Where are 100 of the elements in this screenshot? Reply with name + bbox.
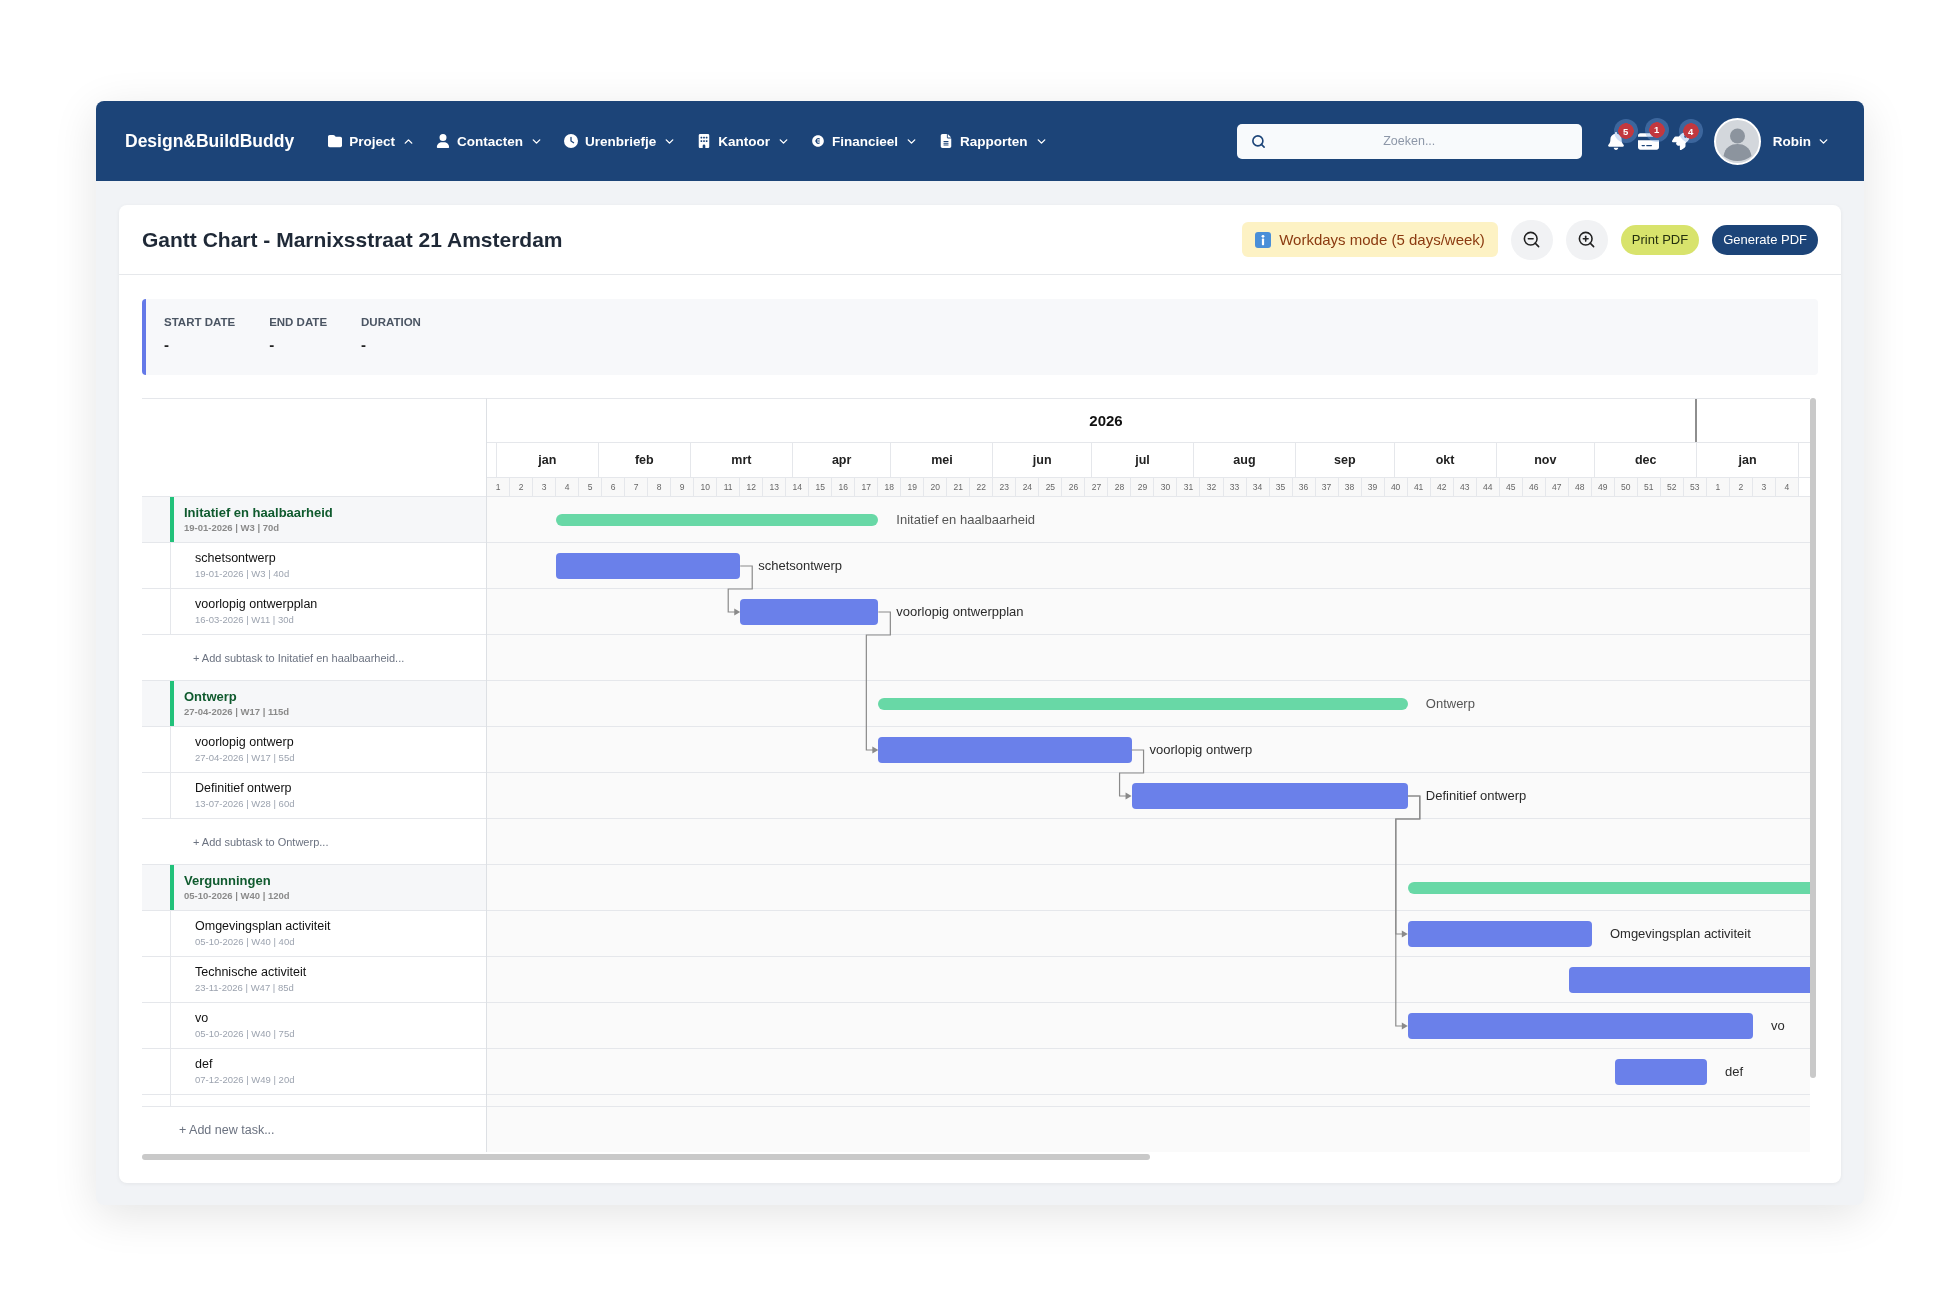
group-row[interactable]: Initatief en haalbaarheid 19-01-2026 | W3 | 70d xyxy=(142,497,486,543)
avatar-icon[interactable] xyxy=(1713,117,1761,165)
week-header: 8 xyxy=(648,478,672,496)
month-header: jan xyxy=(496,443,599,477)
task-name[interactable]: vo xyxy=(195,1011,209,1026)
summary-value: - xyxy=(269,336,275,353)
bar-label: Initatief en haalbaarheid xyxy=(896,511,1036,529)
nav-menu-item[interactable]: Rapporten xyxy=(939,133,1048,149)
week-header: 33 xyxy=(1223,478,1247,496)
zoom-in-icon xyxy=(1577,230,1597,249)
task-name[interactable]: def xyxy=(195,1057,213,1072)
scrollbar-thumb[interactable] xyxy=(1810,398,1816,1078)
bar-label: Ontwerp xyxy=(1425,695,1475,713)
bell-icon[interactable] xyxy=(1606,132,1625,150)
week-header: 3 xyxy=(533,478,557,496)
week-header: 6 xyxy=(602,478,626,496)
task-name[interactable]: Omgevingsplan activiteit xyxy=(195,919,331,934)
task-name[interactable]: voorlopig ontwerp xyxy=(195,735,294,750)
group-name: Ontwerp xyxy=(184,689,237,704)
week-header: 42 xyxy=(1430,478,1454,496)
week-header: 37 xyxy=(1315,478,1339,496)
add-subtask-link[interactable]: + Add subtask to Ontwerp... xyxy=(193,835,329,848)
task-meta: 23-11-2026 | W47 | 85d xyxy=(195,982,294,994)
group-name: Vergunningen xyxy=(184,873,271,888)
scrollbar-thumb[interactable] xyxy=(142,1154,1150,1160)
task-meta: 05-10-2026 | W40 | 75d xyxy=(195,1028,295,1040)
brand-name[interactable]: Design&BuildBuddy xyxy=(125,130,295,152)
week-header: 13 xyxy=(763,478,787,496)
euro-icon xyxy=(811,134,825,148)
zoom-in-button[interactable] xyxy=(1565,219,1608,260)
page-title: Gantt Chart - Marnixsstraat 21 Amsterdam xyxy=(142,227,563,252)
nav-menu-item[interactable]: Contacten xyxy=(435,133,543,149)
week-header: 35 xyxy=(1269,478,1293,496)
search-field[interactable]: Zoeken... xyxy=(1236,123,1582,159)
month-header: okt xyxy=(1394,443,1497,477)
week-header: 3 xyxy=(1752,478,1776,496)
month-header: feb xyxy=(598,443,691,477)
count-badge: 5 xyxy=(1613,119,1638,143)
week-header: 45 xyxy=(1499,478,1523,496)
month-header: nov xyxy=(1496,443,1596,477)
week-header: 53 xyxy=(1683,478,1707,496)
nav-menu-item[interactable]: Urenbriefje xyxy=(563,133,677,149)
month-header: mrt xyxy=(690,443,793,477)
week-header: 48 xyxy=(1568,478,1592,496)
group-meta: 05-10-2026 | W40 | 120d xyxy=(184,890,290,902)
count-badge: 4 xyxy=(1678,119,1703,143)
bar-label: def xyxy=(1725,1063,1744,1081)
group-row[interactable]: Ontwerp 27-04-2026 | W17 | 115d xyxy=(142,681,486,727)
workdays-mode-toggle[interactable]: Workdays mode (5 days/week) xyxy=(1242,222,1498,257)
dependency-arrow xyxy=(1118,749,1145,800)
bar-label: voorlopig ontwerp xyxy=(1149,741,1253,759)
week-header: 31 xyxy=(1177,478,1201,496)
week-header: 12 xyxy=(740,478,764,496)
summary-bar[interactable] xyxy=(1407,882,1810,894)
week-header: 47 xyxy=(1545,478,1569,496)
week-header: 44 xyxy=(1476,478,1500,496)
month-header: aug xyxy=(1194,443,1296,477)
nav-menu-item[interactable]: Project xyxy=(328,133,415,149)
month-header: mei xyxy=(891,443,994,477)
task-bar[interactable] xyxy=(1614,1059,1708,1085)
bar-label: voorlopig ontwerpplan xyxy=(896,603,1024,621)
week-header: 15 xyxy=(809,478,833,496)
zoom-out-button[interactable] xyxy=(1510,219,1553,260)
count-badge: 1 xyxy=(1644,117,1669,142)
week-header: 18 xyxy=(878,478,902,496)
week-header: 9 xyxy=(671,478,695,496)
week-header: 32 xyxy=(1200,478,1224,496)
week-header: 24 xyxy=(1016,478,1040,496)
generate-pdf-button[interactable]: Generate PDF xyxy=(1712,224,1818,255)
week-header: 39 xyxy=(1361,478,1385,496)
month-header: jan xyxy=(1697,443,1800,477)
month-header: jul xyxy=(1092,443,1194,477)
document-icon xyxy=(939,134,954,148)
week-header: 36 xyxy=(1292,478,1316,496)
week-header: 1 xyxy=(1706,478,1730,496)
nav-menu-item[interactable]: Financieel xyxy=(811,133,919,149)
task-meta: 16-03-2026 | W11 | 30d xyxy=(195,614,294,626)
task-name[interactable]: schetsontwerp xyxy=(195,551,276,566)
bar-label: Omgevingsplan activiteit xyxy=(1609,925,1751,943)
task-name[interactable]: voorlopig ontwerpplan xyxy=(195,597,318,612)
week-header: 29 xyxy=(1131,478,1155,496)
print-pdf-button[interactable]: Print PDF xyxy=(1620,224,1700,255)
group-row[interactable]: Vergunningen 05-10-2026 | W40 | 120d xyxy=(142,865,486,911)
week-header: 14 xyxy=(786,478,810,496)
summary-bar[interactable] xyxy=(556,514,879,526)
bar-label: Definitief ontwerp xyxy=(1425,787,1527,805)
task-name[interactable]: Technische activiteit xyxy=(195,965,307,980)
user-menu-button[interactable]: Robin xyxy=(1772,133,1830,149)
info-icon xyxy=(1255,231,1272,248)
summary-value: - xyxy=(164,336,169,353)
add-task-link[interactable]: + Add new task... xyxy=(179,1122,275,1137)
week-header: 10 xyxy=(694,478,718,496)
task-name[interactable]: Definitief ontwerp xyxy=(195,781,292,796)
week-header: 17 xyxy=(855,478,879,496)
week-header: 2 xyxy=(510,478,534,496)
nav-menu-item[interactable]: Kantoor xyxy=(697,133,790,149)
bar-label: schetsontwerp xyxy=(758,557,843,575)
summary-bar[interactable] xyxy=(878,698,1408,710)
add-subtask-link[interactable]: + Add subtask to Initatief en haalbaarheid... xyxy=(193,651,405,664)
rocket-icon[interactable] xyxy=(1671,132,1690,150)
